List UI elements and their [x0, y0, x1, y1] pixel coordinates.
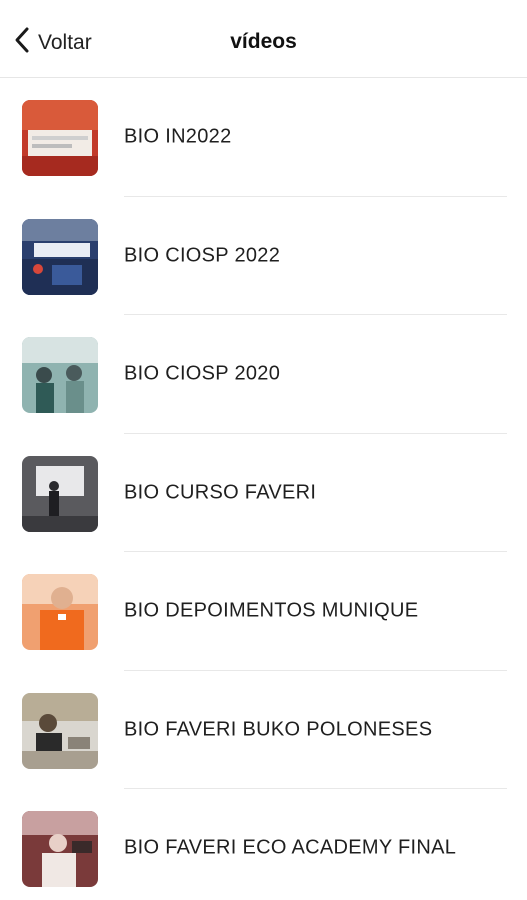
page-title: vídeos — [230, 30, 297, 53]
video-title: BIO FAVERI ECO ACADEMY FINAL — [124, 836, 457, 859]
video-thumbnail — [22, 455, 98, 532]
nav-header: Voltar vídeos — [0, 0, 527, 78]
video-item-bio-ciosp-2022[interactable]: BIO CIOSP 2022 — [0, 197, 527, 316]
video-title: BIO FAVERI BUKO POLONESES — [124, 718, 433, 741]
video-thumbnail — [22, 337, 98, 413]
video-thumbnail — [22, 811, 98, 887]
video-title: BIO DEPOIMENTOS MUNIQUE — [124, 599, 419, 622]
video-item-bio-curso-faveri[interactable]: BIO CURSO FAVERI — [0, 434, 527, 553]
video-item-bio-faveri-buko-poloneses[interactable]: BIO FAVERI BUKO POLONESES — [0, 671, 527, 790]
video-item-bio-in2022[interactable]: BIO IN2022 — [0, 78, 527, 197]
video-list: BIO IN2022 BIO CIOSP 2022 BIO CIOSP 2020… — [0, 78, 527, 900]
video-title: BIO IN2022 — [124, 125, 232, 148]
video-thumbnail — [22, 100, 98, 176]
video-thumbnail — [22, 218, 98, 295]
video-item-bio-faveri-eco-academy-final[interactable]: BIO FAVERI ECO ACADEMY FINAL — [0, 789, 527, 900]
video-title: BIO CIOSP 2020 — [124, 362, 281, 385]
video-title: BIO CIOSP 2022 — [124, 244, 281, 267]
video-thumbnail — [22, 574, 98, 650]
video-thumbnail — [22, 692, 98, 769]
video-item-bio-depoimentos-munique[interactable]: BIO DEPOIMENTOS MUNIQUE — [0, 552, 527, 671]
video-item-bio-ciosp-2020[interactable]: BIO CIOSP 2020 — [0, 315, 527, 434]
video-title: BIO CURSO FAVERI — [124, 481, 317, 504]
